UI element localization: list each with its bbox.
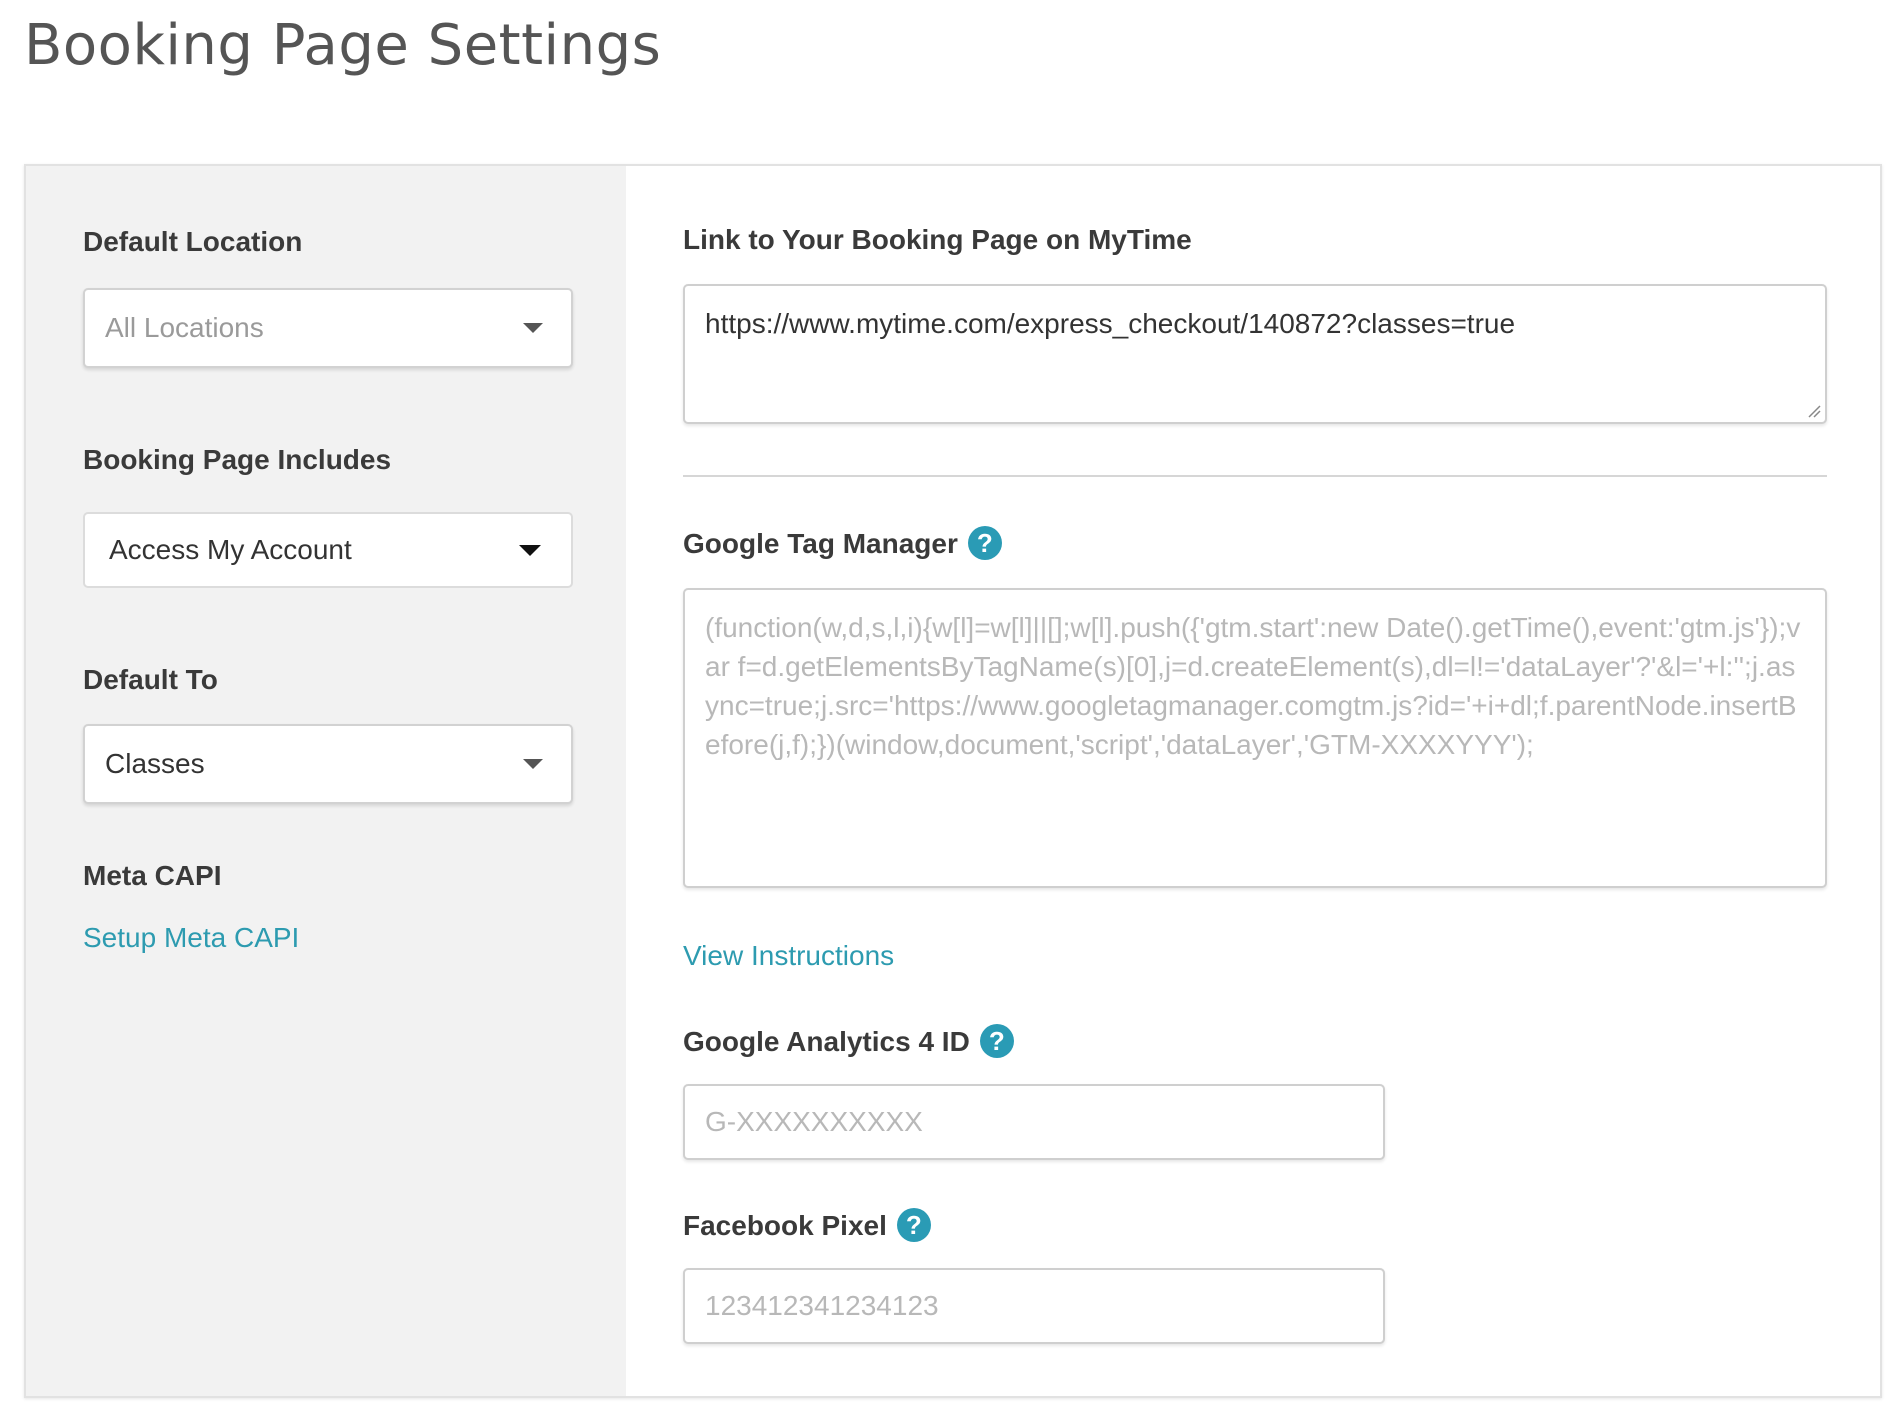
ga4-label: Google Analytics 4 ID? — [683, 1023, 1014, 1061]
resize-grip-icon[interactable] — [1807, 404, 1821, 418]
facebook-pixel-input[interactable]: 123412341234123 — [683, 1268, 1385, 1344]
right-panel: Link to Your Booking Page on MyTime http… — [626, 166, 1880, 1396]
ga4-placeholder: G-XXXXXXXXXX — [705, 1106, 923, 1137]
setup-meta-capi-link[interactable]: Setup Meta CAPI — [83, 920, 299, 956]
facebook-pixel-placeholder: 123412341234123 — [705, 1290, 939, 1321]
section-divider — [683, 475, 1827, 477]
booking-page-includes-select[interactable]: Access My Account — [83, 512, 573, 588]
ga4-label-text: Google Analytics 4 ID — [683, 1026, 970, 1057]
gtm-label-text: Google Tag Manager — [683, 528, 958, 559]
booking-page-includes-value: Access My Account — [109, 534, 352, 565]
help-icon[interactable]: ? — [979, 1023, 1014, 1058]
facebook-pixel-label-text: Facebook Pixel — [683, 1210, 887, 1241]
gtm-placeholder: (function(w,d,s,l,i){w[l]=w[l]||[];w[l].… — [705, 612, 1801, 760]
default-location-label: Default Location — [83, 226, 303, 257]
left-panel: Default Location All Locations Booking P… — [26, 166, 626, 1396]
default-to-label: Default To — [83, 664, 218, 695]
meta-capi-label: Meta CAPI — [83, 860, 222, 891]
help-icon[interactable]: ? — [896, 1207, 931, 1242]
ga4-input[interactable]: G-XXXXXXXXXX — [683, 1084, 1385, 1160]
booking-link-value: https://www.mytime.com/express_checkout/… — [705, 308, 1516, 339]
settings-card: Default Location All Locations Booking P… — [24, 164, 1882, 1398]
booking-link-textarea[interactable]: https://www.mytime.com/express_checkout/… — [683, 284, 1827, 424]
chevron-down-icon — [519, 544, 541, 556]
booking-link-label: Link to Your Booking Page on MyTime — [683, 224, 1192, 255]
help-icon[interactable]: ? — [967, 525, 1002, 560]
default-to-select[interactable]: Classes — [83, 724, 573, 804]
view-instructions-link[interactable]: View Instructions — [683, 938, 894, 974]
page-title: Booking Page Settings — [24, 13, 662, 78]
default-to-value: Classes — [105, 748, 205, 779]
facebook-pixel-label: Facebook Pixel? — [683, 1207, 931, 1245]
default-location-value: All Locations — [105, 312, 264, 343]
booking-page-includes-label: Booking Page Includes — [83, 444, 392, 475]
default-location-select[interactable]: All Locations — [83, 288, 573, 368]
chevron-down-icon — [523, 323, 543, 333]
gtm-textarea[interactable]: (function(w,d,s,l,i){w[l]=w[l]||[];w[l].… — [683, 588, 1827, 888]
gtm-label: Google Tag Manager? — [683, 525, 1002, 563]
chevron-down-icon — [523, 759, 543, 769]
